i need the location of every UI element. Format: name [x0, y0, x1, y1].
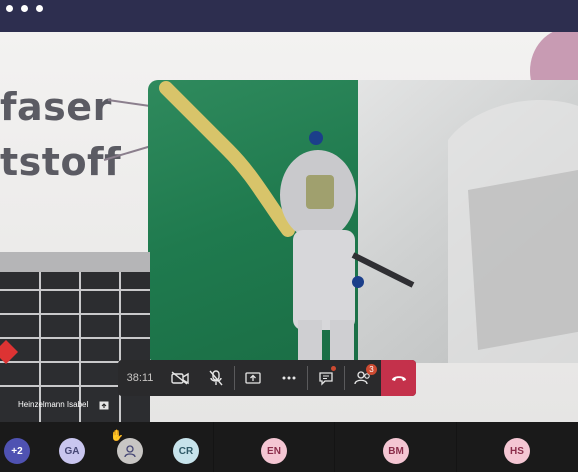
presenter-name: Heinzelmann Isabel: [18, 400, 89, 409]
presenting-icon: [99, 401, 109, 410]
chat-unread-dot: [331, 366, 336, 371]
cage-grid: [0, 252, 150, 422]
avatar[interactable]: CR: [173, 438, 199, 464]
window-dot[interactable]: [36, 5, 43, 12]
mic-off-icon: [209, 370, 223, 386]
camera-off-icon: [171, 371, 189, 385]
camera-button[interactable]: [162, 360, 198, 396]
person-icon: [124, 445, 136, 458]
leave-call-button[interactable]: [381, 360, 416, 396]
more-participants-avatar[interactable]: +2: [4, 438, 30, 464]
microphone-button[interactable]: [198, 360, 234, 396]
participant-roster: +2 GA ✋ CR EN BM HS: [0, 422, 578, 472]
call-timer: 38:11: [126, 372, 154, 384]
avatar[interactable]: HS: [504, 438, 530, 464]
more-actions-button[interactable]: [271, 360, 307, 396]
participants-button[interactable]: 3: [345, 360, 381, 396]
raised-hand-icon: ✋: [110, 430, 124, 442]
photo-worker: [159, 81, 578, 363]
slide-cage-photo: [0, 252, 150, 422]
hang-up-icon: [391, 376, 406, 381]
participants-count-badge: 3: [366, 364, 377, 375]
title-bar: [0, 0, 578, 32]
chat-button[interactable]: [308, 360, 344, 396]
window-dot[interactable]: [6, 5, 13, 12]
avatar[interactable]: BM: [383, 438, 409, 464]
meeting-controls: 38:11 3: [118, 360, 416, 396]
share-button[interactable]: [235, 360, 271, 396]
share-tray-icon: [245, 372, 261, 384]
window-dot[interactable]: [21, 5, 28, 12]
more-icon: [282, 376, 296, 380]
avatar[interactable]: GA: [59, 438, 85, 464]
avatar[interactable]: EN: [261, 438, 287, 464]
chat-icon: [319, 372, 333, 386]
slide-photo: [148, 80, 578, 363]
